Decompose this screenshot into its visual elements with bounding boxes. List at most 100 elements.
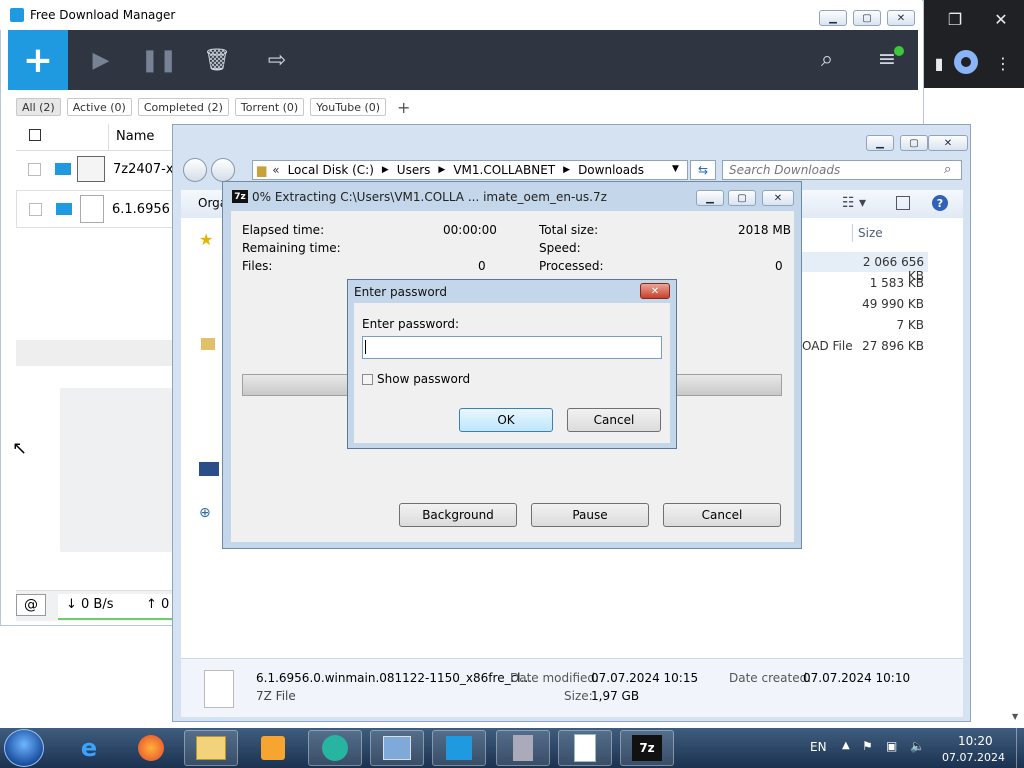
document-icon[interactable] bbox=[558, 730, 612, 766]
file-size: 49 990 KB bbox=[862, 297, 924, 311]
network-tray-icon[interactable]: ▣ bbox=[886, 739, 897, 753]
extract-close-button[interactable]: ✕ bbox=[762, 190, 794, 206]
file-type: OAD File bbox=[802, 339, 853, 353]
pause-icon[interactable]: ❚❚ bbox=[141, 45, 178, 75]
files-label: Files: bbox=[242, 259, 273, 273]
volume-muted-icon[interactable]: 🔈 bbox=[910, 739, 925, 753]
filter-tab-active[interactable]: Active (0) bbox=[66, 98, 132, 116]
internet-explorer-icon[interactable]: e bbox=[62, 730, 116, 766]
explorer-close-button[interactable]: ✕ bbox=[928, 135, 968, 151]
firefox-icon[interactable] bbox=[124, 730, 178, 766]
chat-icon[interactable] bbox=[308, 730, 362, 766]
file-preview-icon bbox=[60, 388, 172, 552]
show-desktop-button[interactable] bbox=[1016, 728, 1024, 768]
help-icon[interactable]: ? bbox=[932, 195, 948, 211]
password-input[interactable] bbox=[362, 336, 662, 359]
row-checkbox[interactable] bbox=[28, 162, 41, 176]
background-button[interactable]: Background bbox=[399, 503, 517, 527]
add-download-button[interactable]: + bbox=[8, 30, 68, 90]
breadcrumb-overflow-icon[interactable]: « bbox=[272, 163, 279, 177]
favorites-star-icon[interactable]: ★ bbox=[199, 230, 213, 249]
processed-label: Processed: bbox=[539, 259, 604, 273]
control-panel-icon[interactable] bbox=[370, 730, 424, 766]
breadcrumb-users[interactable]: Users bbox=[397, 163, 431, 177]
browser-scroll-down-icon[interactable]: ▼ bbox=[1012, 712, 1022, 726]
filter-tab-completed[interactable]: Completed (2) bbox=[137, 98, 229, 116]
explorer-maximize-button[interactable]: ▢ bbox=[900, 135, 928, 151]
elapsed-time-label: Elapsed time: bbox=[242, 223, 325, 237]
fdm-icon[interactable] bbox=[432, 730, 486, 766]
breadcrumb-local-disk[interactable]: Local Disk (C:) bbox=[288, 163, 374, 177]
network-icon[interactable]: ⊕ bbox=[199, 505, 211, 521]
refresh-icon[interactable]: ⇆ bbox=[690, 160, 716, 180]
details-file-type: 7Z File bbox=[256, 689, 296, 703]
view-options-icon[interactable]: ☷ ▾ bbox=[842, 195, 866, 211]
show-hidden-icons-icon[interactable]: ▲ bbox=[842, 740, 850, 751]
size-column-header[interactable]: Size bbox=[858, 226, 883, 240]
clock-time[interactable]: 10:20 bbox=[958, 734, 993, 748]
delete-icon[interactable]: 🗑 bbox=[202, 45, 232, 75]
search-icon[interactable]: ⌕ bbox=[812, 44, 842, 74]
filter-tab-all[interactable]: All (2) bbox=[16, 98, 61, 116]
address-dropdown-icon[interactable]: ▼ bbox=[672, 164, 679, 174]
add-filter-icon[interactable]: + bbox=[392, 98, 416, 117]
folder-icon[interactable] bbox=[56, 203, 72, 215]
fdm-maximize-button[interactable]: ▢ bbox=[853, 10, 881, 26]
pause-button[interactable]: Pause bbox=[531, 503, 649, 527]
browser-restore-icon[interactable]: ❐ bbox=[940, 4, 970, 34]
details-file-name: 6.1.6956.0.winmain.081122-1150_x86fre_cl… bbox=[256, 671, 532, 685]
cancel-password-button[interactable]: Cancel bbox=[567, 408, 661, 432]
forward-button[interactable] bbox=[211, 158, 235, 182]
show-password-option[interactable]: Show password bbox=[362, 372, 470, 386]
show-password-checkbox[interactable] bbox=[362, 373, 373, 385]
breadcrumb-separator-icon[interactable]: ▶ bbox=[563, 165, 570, 175]
preview-pane-icon[interactable] bbox=[896, 196, 910, 210]
download-row[interactable]: 6.1.6956 bbox=[16, 190, 176, 228]
clock-date[interactable]: 07.07.2024 bbox=[942, 751, 1005, 764]
search-downloads-input[interactable] bbox=[722, 160, 962, 180]
language-indicator[interactable]: EN bbox=[810, 740, 827, 754]
size-value: 1,97 GB bbox=[591, 689, 640, 703]
row-checkbox[interactable] bbox=[29, 202, 42, 216]
filter-tab-torrent[interactable]: Torrent (0) bbox=[234, 98, 305, 116]
extension-icon[interactable]: ▮ bbox=[924, 48, 954, 78]
breadcrumb-user-folder[interactable]: VM1.COLLABNET bbox=[453, 163, 555, 177]
7zip-icon[interactable]: 7z bbox=[620, 730, 674, 766]
search-icon: ⌕ bbox=[944, 162, 952, 177]
breadcrumb-separator-icon[interactable]: ▶ bbox=[438, 165, 445, 175]
breadcrumb-downloads[interactable]: Downloads bbox=[578, 163, 644, 177]
filter-tab-youtube[interactable]: YouTube (0) bbox=[310, 98, 387, 116]
resume-icon[interactable]: ▶ bbox=[86, 45, 116, 75]
media-player-icon[interactable] bbox=[246, 730, 300, 766]
start-orb[interactable] bbox=[4, 729, 44, 767]
cancel-extract-button[interactable]: Cancel bbox=[663, 503, 781, 527]
breadcrumb-separator-icon[interactable]: ▶ bbox=[382, 165, 389, 175]
total-size-value: 2018 MB bbox=[738, 223, 791, 237]
extract-minimize-button[interactable]: ▁ bbox=[696, 190, 724, 206]
password-close-button[interactable]: ✕ bbox=[640, 283, 670, 299]
action-center-flag-icon[interactable]: ⚑ bbox=[862, 739, 873, 753]
file-size: 1 583 KB bbox=[869, 276, 924, 290]
back-button[interactable] bbox=[183, 158, 207, 182]
name-column-header[interactable]: Name bbox=[116, 129, 154, 144]
plus-icon: + bbox=[22, 39, 54, 81]
browser-menu-icon[interactable]: ⋮ bbox=[988, 48, 1018, 78]
snail-speed-icon[interactable]: @ bbox=[16, 594, 46, 616]
select-all-checkbox[interactable] bbox=[29, 129, 41, 141]
recycle-icon[interactable] bbox=[496, 730, 550, 766]
extract-maximize-button[interactable]: ▢ bbox=[728, 190, 756, 206]
move-folder-icon[interactable]: ⇨ bbox=[262, 45, 292, 75]
browser-close-icon[interactable]: ✕ bbox=[986, 4, 1016, 34]
fdm-minimize-button[interactable]: ▁ bbox=[819, 10, 847, 26]
ok-button[interactable]: OK bbox=[459, 408, 553, 432]
libraries-icon[interactable] bbox=[201, 338, 215, 350]
folder-icon[interactable] bbox=[55, 163, 71, 175]
profile-icon[interactable] bbox=[954, 50, 978, 74]
download-row[interactable]: 7z2407-x bbox=[16, 150, 176, 188]
fdm-close-button[interactable]: ✕ bbox=[887, 10, 915, 26]
computer-icon[interactable] bbox=[199, 462, 219, 476]
show-password-label: Show password bbox=[377, 372, 471, 386]
address-bar[interactable]: ▆ « Local Disk (C:) ▶ Users ▶ VM1.COLLAB… bbox=[252, 160, 688, 180]
explorer-minimize-button[interactable]: ▁ bbox=[866, 135, 894, 151]
file-explorer-icon[interactable] bbox=[184, 730, 238, 766]
